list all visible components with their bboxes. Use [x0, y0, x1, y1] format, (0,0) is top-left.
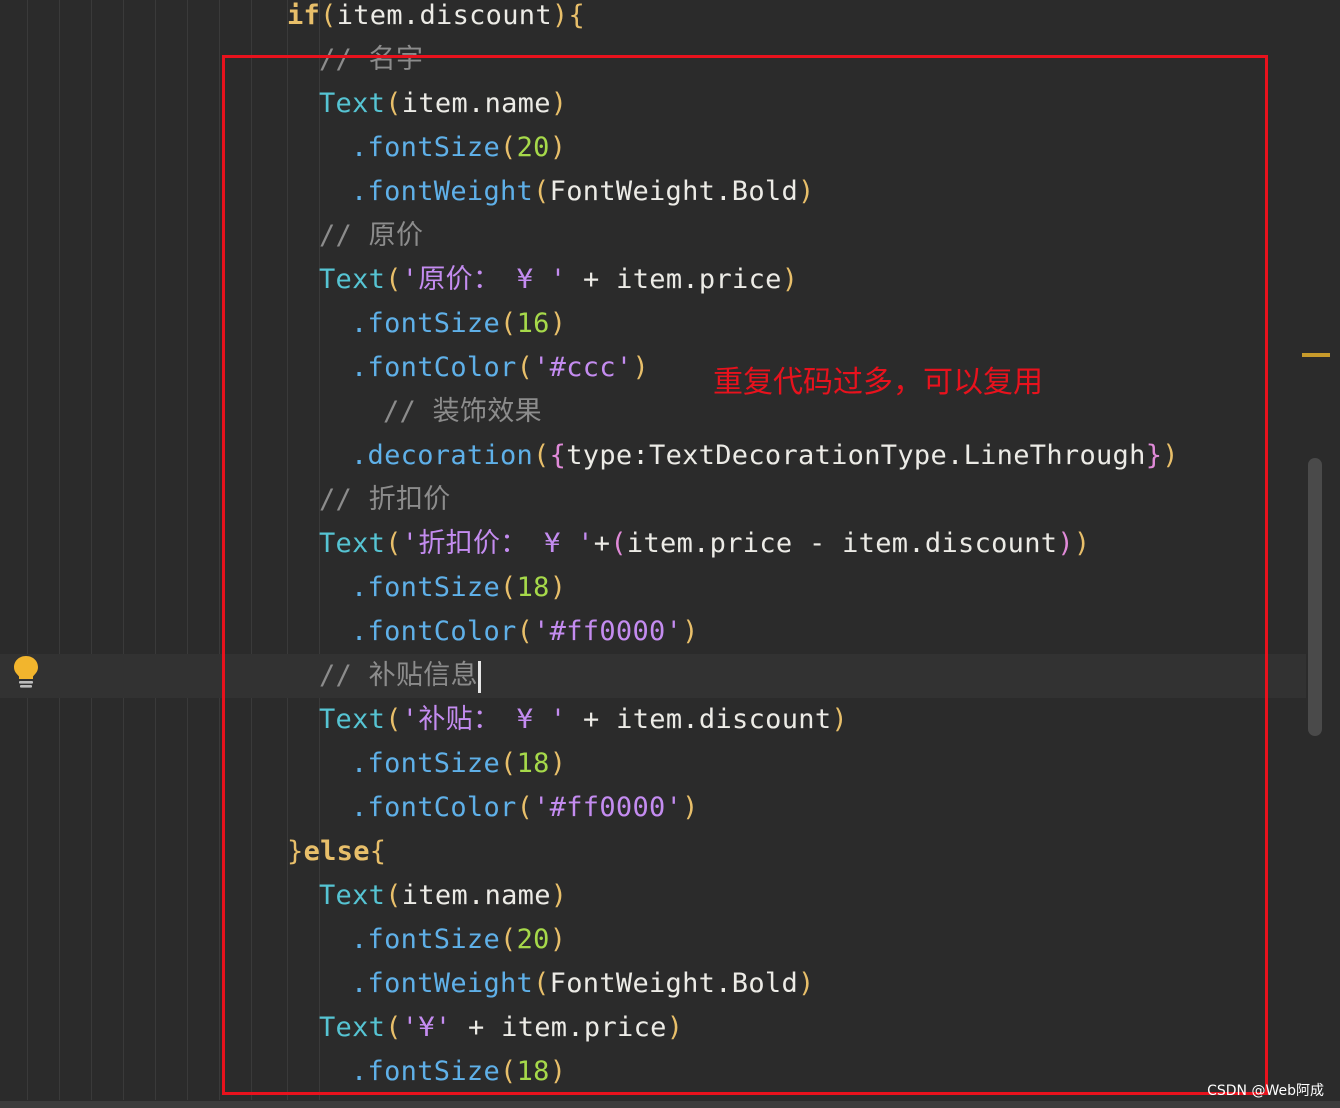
- scroll-warning-marker[interactable]: [1302, 353, 1330, 357]
- identifier: item.discount: [336, 0, 552, 31]
- highlight-box: [222, 55, 1268, 1095]
- code-line-1[interactable]: if(item.discount){: [287, 0, 585, 38]
- brace: {: [568, 0, 586, 31]
- indent-guide: [27, 0, 28, 1100]
- paren: ): [551, 0, 569, 31]
- horizontal-scrollbar[interactable]: [0, 1101, 1340, 1108]
- indent-guide: [219, 0, 220, 1100]
- annotation-text: 重复代码过多，可以复用: [713, 365, 1043, 400]
- indent-guide: [91, 0, 92, 1100]
- lightbulb-icon[interactable]: [12, 654, 40, 690]
- vertical-scrollbar[interactable]: [1308, 458, 1322, 736]
- indent-guide: [59, 0, 60, 1100]
- watermark: CSDN @Web阿成: [1207, 1083, 1324, 1099]
- indent-guide: [155, 0, 156, 1100]
- keyword-if: if: [287, 0, 321, 31]
- indent-guide: [187, 0, 188, 1100]
- code-editor[interactable]: if(item.discount){ // 名字 Text(item.name)…: [0, 0, 1340, 1108]
- paren: (: [320, 0, 337, 31]
- indent-guide: [123, 0, 124, 1100]
